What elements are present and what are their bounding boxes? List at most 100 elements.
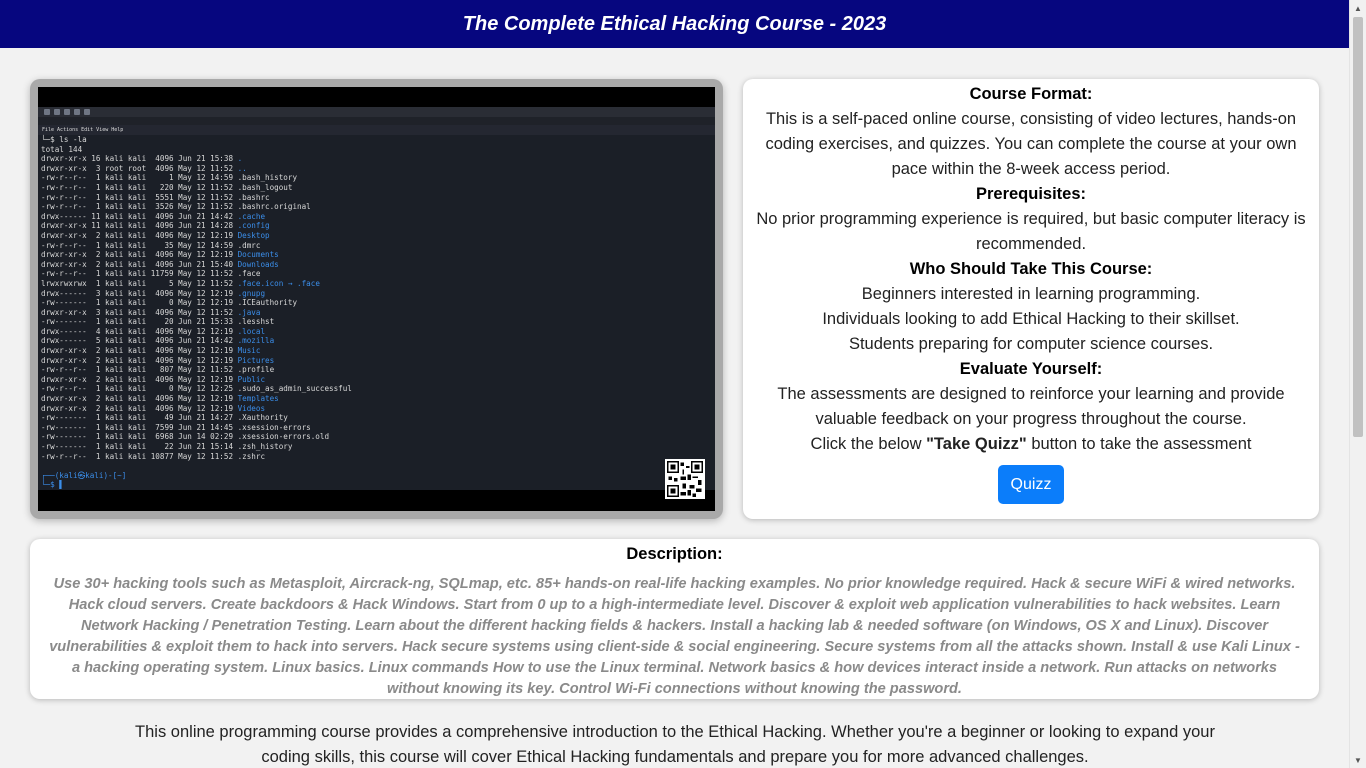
terminal-line: -rw------- 1 kali kali 7599 Jun 21 14:45… xyxy=(41,423,712,433)
terminal-dir-name: .config xyxy=(237,221,270,231)
terminal-line-text: drwx------ 11 kali kali 4096 Jun 21 14:4… xyxy=(41,211,238,221)
prerequisites-heading: Prerequisites: xyxy=(975,185,1087,203)
terminal-dir-name: . xyxy=(237,154,243,164)
terminal-prompt: ┌──(kali㉿kali)-[~] xyxy=(41,470,127,480)
terminal-line-text: drwx------ 4 kali kali 4096 May 12 12:19 xyxy=(41,326,238,336)
terminal-line: drwx------ 5 kali kali 4096 Jun 21 14:42… xyxy=(41,336,712,346)
terminal-line: -rw------- 1 kali kali 49 Jun 21 14:27 .… xyxy=(41,413,712,423)
terminal-dir-name: Downloads xyxy=(237,259,279,269)
terminal-dir-name: .java xyxy=(237,307,261,317)
terminal-dir-name: Desktop xyxy=(237,230,270,240)
terminal-prompt: └─$ ▌ xyxy=(41,480,64,490)
terminal-line: drwx------ 4 kali kali 4096 May 12 12:19… xyxy=(41,327,712,337)
terminal-line: -rw-r--r-- 1 kali kali 5551 May 12 11:52… xyxy=(41,193,712,203)
terminal-dir-name: .. xyxy=(237,163,247,173)
terminal-line: drwxr-xr-x 11 kali kali 4096 Jun 21 14:2… xyxy=(41,221,712,231)
terminal-line-text: drwxr-xr-x 2 kali kali 4096 May 12 12:19 xyxy=(41,250,238,260)
terminal-line: drwx------ 11 kali kali 4096 Jun 21 14:4… xyxy=(41,212,712,222)
terminal-line-text: drwxr-xr-x 11 kali kali 4096 Jun 21 14:2… xyxy=(41,221,238,231)
audience-heading: Who Should Take This Course: xyxy=(909,260,1153,278)
terminal-line: -rw------- 1 kali kali 6968 Jun 14 02:29… xyxy=(41,432,712,442)
scroll-up-arrow-icon[interactable]: ▲ xyxy=(1350,0,1366,16)
terminal-dir-name: .local xyxy=(237,326,266,336)
page-header: The Complete Ethical Hacking Course - 20… xyxy=(0,0,1349,48)
terminal-line-text: drwxr-xr-x 2 kali kali 4096 Jun 21 15:40 xyxy=(41,259,238,269)
terminal-line-text: -rw------- 1 kali kali 0 May 12 12:19 .I… xyxy=(41,298,298,308)
terminal-line: drwxr-xr-x 2 kali kali 4096 Jun 21 15:40… xyxy=(41,260,712,270)
terminal-line-text: drwxr-xr-x 2 kali kali 4096 May 12 12:19 xyxy=(41,374,238,384)
terminal-line: -rw-r--r-- 1 kali kali 0 May 12 12:25 .s… xyxy=(41,384,712,394)
terminal-line-text: drwx------ 5 kali kali 4096 Jun 21 14:42 xyxy=(41,336,238,346)
terminal-dir-name: Music xyxy=(237,346,261,356)
page-title: The Complete Ethical Hacking Course - 20… xyxy=(462,12,887,35)
terminal-line-text: -rw-r--r-- 1 kali kali 807 May 12 11:52 … xyxy=(41,365,275,375)
terminal-line-text: -rw-r--r-- 1 kali kali 3526 May 12 11:52… xyxy=(41,202,311,212)
terminal-line: -rw------- 1 kali kali 22 Jun 21 15:14 .… xyxy=(41,442,712,452)
taskbar-icon xyxy=(44,109,50,115)
page-scrollbar[interactable]: ▲ ▼ xyxy=(1349,0,1366,768)
terminal-line-text: -rw------- 1 kali kali 22 Jun 21 15:14 .… xyxy=(41,442,293,451)
desktop-taskbar xyxy=(38,107,715,117)
terminal-line: -rw-r--r-- 1 kali kali 1 May 12 14:59 .b… xyxy=(41,173,712,183)
description-heading: Description: xyxy=(626,545,723,563)
qr-code-icon xyxy=(665,459,705,499)
terminal-dir-name: .cache xyxy=(237,211,266,221)
quiz-instruction-bold: "Take Quizz" xyxy=(926,435,1027,453)
terminal-dir-name: .face.icon → .face xyxy=(237,278,320,288)
terminal-line: -rw-r--r-- 1 kali kali 35 May 12 14:59 .… xyxy=(41,241,712,251)
terminal-line: drwxr-xr-x 3 kali kali 4096 May 12 11:52… xyxy=(41,308,712,318)
terminal-line-text: drwxr-xr-x 3 kali kali 4096 May 12 11:52 xyxy=(41,307,238,317)
terminal-line-text: -rw-r--r-- 1 kali kali 5551 May 12 11:52… xyxy=(41,192,270,202)
terminal-dir-name: Templates xyxy=(237,394,279,404)
video-screen[interactable]: File Actions Edit View Help └─$ ls -la to… xyxy=(38,87,715,511)
terminal-line-text: drwxr-xr-x 2 kali kali 4096 May 12 12:19 xyxy=(41,394,238,404)
terminal-line: └─$ ls -la xyxy=(41,135,712,145)
quiz-instruction: Click the below "Take Quizz" button to t… xyxy=(743,432,1319,457)
audience-item: Individuals looking to add Ethical Hacki… xyxy=(822,310,1240,328)
taskbar-icon xyxy=(64,109,70,115)
terminal-line-text: -rw------- 1 kali kali 20 Jun 21 15:33 .… xyxy=(41,317,275,327)
terminal-dir-name: Videos xyxy=(237,403,266,413)
terminal-line: -rw-r--r-- 1 kali kali 3526 May 12 11:52… xyxy=(41,202,712,212)
quiz-button[interactable]: Quizz xyxy=(998,465,1064,504)
terminal-line: -rw------- 1 kali kali 0 May 12 12:19 .I… xyxy=(41,298,712,308)
terminal-line-text: drwxr-xr-x 2 kali kali 4096 May 12 12:19 xyxy=(41,403,238,413)
terminal-line: -rw-r--r-- 1 kali kali 10877 May 12 11:5… xyxy=(41,452,712,462)
terminal-line: lrwxrwxrwx 1 kali kali 5 May 12 11:52 .f… xyxy=(41,279,712,289)
terminal-line-text: -rw-r--r-- 1 kali kali 11759 May 12 11:5… xyxy=(41,269,261,279)
taskbar-icon xyxy=(54,109,60,115)
scroll-down-arrow-icon[interactable]: ▼ xyxy=(1350,752,1366,768)
terminal-line: -rw------- 1 kali kali 20 Jun 21 15:33 .… xyxy=(41,317,712,327)
terminal-line-text: -rw-r--r-- 1 kali kali 1 May 12 14:59 .b… xyxy=(41,173,298,183)
video-player[interactable]: File Actions Edit View Help └─$ ls -la to… xyxy=(30,79,723,519)
terminal-line-text: -rw-r--r-- 1 kali kali 10877 May 12 11:5… xyxy=(41,451,266,461)
audience-item: Beginners interested in learning program… xyxy=(861,285,1201,303)
terminal-dir-name: .gnupg xyxy=(237,288,266,298)
course-format-text: This is a self-paced online course, cons… xyxy=(765,110,1297,178)
terminal-dir-name: Public xyxy=(237,374,266,384)
terminal-line: total 144 xyxy=(41,145,712,155)
terminal-menubar: File Actions Edit View Help xyxy=(38,125,715,135)
terminal-line-text: drwxr-xr-x 2 kali kali 4096 May 12 12:19 xyxy=(41,355,238,365)
terminal-line-text: total 144 xyxy=(41,144,83,154)
terminal-line-text: -rw------- 1 kali kali 6968 Jun 14 02:29… xyxy=(41,432,330,442)
terminal-line: drwxr-xr-x 2 kali kali 4096 May 12 12:19… xyxy=(41,394,712,404)
quiz-instruction-suffix: button to take the assessment xyxy=(1026,435,1252,453)
terminal-line: drwxr-xr-x 2 kali kali 4096 May 12 12:19… xyxy=(41,231,712,241)
terminal-line: drwxr-xr-x 2 kali kali 4096 May 12 12:19… xyxy=(41,375,712,385)
terminal-dir-name: .mozilla xyxy=(237,336,275,346)
terminal-line-text: drwxr-xr-x 3 root root 4096 May 12 11:52 xyxy=(41,163,238,173)
terminal-line-text: -rw-r--r-- 1 kali kali 0 May 12 12:25 .s… xyxy=(41,384,352,394)
terminal-line-text: drwx------ 3 kali kali 4096 May 12 12:19 xyxy=(41,288,238,298)
terminal-line: -rw-r--r-- 1 kali kali 11759 May 12 11:5… xyxy=(41,269,712,279)
terminal-line-text: drwxr-xr-x 2 kali kali 4096 May 12 12:19 xyxy=(41,230,238,240)
terminal-line-text: drwxr-xr-x 16 kali kali 4096 Jun 21 15:3… xyxy=(41,154,238,164)
terminal-line-text: -rw-r--r-- 1 kali kali 35 May 12 14:59 .… xyxy=(41,240,261,250)
terminal-line-text: lrwxrwxrwx 1 kali kali 5 May 12 11:52 xyxy=(41,278,238,288)
course-info-card: Course Format: This is a self-paced onli… xyxy=(743,79,1319,519)
taskbar-icon xyxy=(74,109,80,115)
scrollbar-thumb[interactable] xyxy=(1353,17,1363,437)
terminal-line: drwxr-xr-x 2 kali kali 4096 May 12 12:19… xyxy=(41,404,712,414)
terminal-output: └─$ ls -la total 144 drwxr-xr-x 16 kali ka… xyxy=(38,135,715,490)
